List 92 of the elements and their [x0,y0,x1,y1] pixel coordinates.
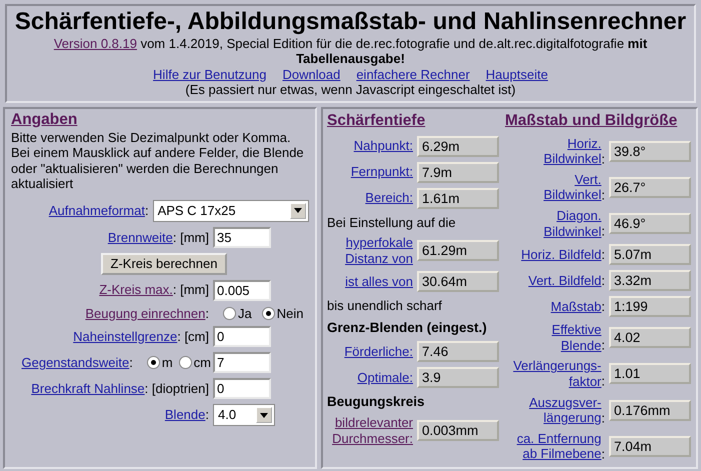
result-label[interactable]: Vert. Bildfeld [528,272,602,288]
subheading: Grenz-Blenden (eingest.) [327,320,488,336]
colon-text: : [601,272,605,288]
output-field: 30.64m [417,271,499,292]
result-label[interactable]: Effektive Blende [552,322,602,354]
input-field[interactable]: 35 [213,226,271,248]
output-field: 6.29m [417,136,499,157]
intro-text: Version 0.8.19 vom 1.4.2019, Special Edition für die de.rec.fotografie und de.alt.rec.digitalfotografie mit Tabellenausgabe! [52,36,648,67]
unit-label: : [205,306,209,321]
output-field: 61.29m [417,240,499,262]
unit-label: : [129,354,133,370]
radio-option[interactable]: Ja [223,306,252,322]
nav-link[interactable]: Hauptseite [486,66,548,82]
output-field: 0.176mm [609,400,691,421]
field-label[interactable]: Gegenstandsweite [22,354,130,370]
result-label[interactable]: Horiz. Bildwinkel [544,136,602,167]
colon-text: : [601,151,605,166]
result-label[interactable]: Verlängerungs- faktor [513,358,602,390]
page-title: Schärfentiefe-, Abbildungsmaßstab- und Nahlinsenrechner [14,8,688,36]
instructions-text: Bitte verwenden Sie Dezimalpunkt oder Komma. Bei einem Mausklick auf andere Felder, die Blende oder "aktualisieren" werden die Berechnungen aktualisiert [11,130,305,192]
output-field: 46.9° [609,213,691,234]
result-label[interactable]: Auszugsver- längerung [529,394,602,426]
result-label[interactable]: Fernpunkt: [350,164,413,180]
input-field[interactable]: 7 [213,352,271,374]
version-link[interactable]: Version 0.8.19 [54,36,137,51]
field-label[interactable]: Beugung einrechnen [85,306,206,321]
result-label[interactable]: hyperfokale Distanz von [345,235,413,266]
unit-label: : [cm] [177,328,209,344]
radio-option[interactable]: cm [178,354,211,370]
result-label[interactable]: bildrelevanter Durchmesser: [332,415,413,446]
unit-label: : [144,203,149,218]
nav-link[interactable]: einfachere Rechner [356,66,470,82]
info-text: bis unendlich scharf [327,298,443,314]
field-label[interactable]: Aufnahmeformat [48,203,145,218]
colon-text: : [601,246,605,262]
colon-text: : [601,298,605,314]
field-label[interactable]: Brechkraft Nahlinse [31,380,145,396]
dropdown[interactable]: 4.0 [213,404,275,426]
nav-link[interactable]: Hilfe zur Benutzung [153,66,266,82]
output-field: 1:199 [609,296,691,318]
unit-label: : [mm] [172,282,209,298]
section-heading[interactable]: Maßstab und Bildgröße [505,112,678,131]
result-label[interactable]: Horiz. Bildfeld [521,246,602,262]
result-label[interactable]: ist alles von [345,274,413,290]
colon-text: : [601,338,605,353]
result-label[interactable]: Diagon. Bildwinkel [544,208,602,240]
field-label[interactable]: Z-Kreis max. [99,282,173,298]
output-field: 7.46 [417,341,499,362]
result-label[interactable]: ca. Entfernung ab Filmebene [516,430,602,462]
section-heading[interactable]: Schärfentiefe [327,112,426,131]
field-label[interactable]: Blende [164,407,206,422]
input-field[interactable]: 0.005 [213,280,271,301]
calculate-button[interactable]: Z-Kreis berechnen [100,252,228,275]
section-heading[interactable]: Angaben [11,110,78,130]
field-label[interactable]: Brennweite [108,230,173,245]
output-field: 1.61m [417,188,499,209]
result-label[interactable]: Förderliche: [344,344,413,360]
output-field: 3.32m [609,270,691,292]
result-label[interactable]: Vert. Bildwinkel [544,172,602,203]
colon-text: : [601,224,605,239]
result-label[interactable]: Optimale: [357,370,413,386]
output-field: 4.02 [609,327,691,348]
unit-label: : [dioptrien] [144,380,209,396]
field-label[interactable]: Naheinstellgrenze [73,328,178,344]
output-field: 7.9m [417,162,499,183]
caret-icon [290,202,306,219]
input-field[interactable]: 0 [213,378,271,400]
caret-icon [256,407,272,424]
output-field: 26.7° [609,176,691,198]
output-field: 3.9 [417,367,499,388]
unit-label: : [mm] [172,230,209,245]
colon-text: : [601,187,605,202]
output-field: 39.8° [609,140,691,162]
input-field[interactable]: 0 [213,326,271,348]
output-field: 7.04m [609,436,691,457]
result-label[interactable]: Bereich: [365,190,413,206]
colon-text: : [601,374,605,389]
nav-link[interactable]: Download [282,66,340,82]
radio-option[interactable]: m [146,354,173,370]
output-field: 0.003mm [417,420,499,442]
javascript-note: (Es passiert nur etwas, wenn Javascript eingeschaltet ist) [184,82,517,98]
info-text: Bei Einstellung auf die [327,214,457,230]
output-field: 1.01 [609,363,691,384]
result-label[interactable]: Maßstab [550,298,602,314]
dropdown[interactable]: APS C 17x25 [152,200,309,222]
result-label[interactable]: Nahpunkt: [354,138,413,154]
output-field: 5.07m [609,244,691,266]
subheading: Beugungskreis [327,394,426,410]
radio-option[interactable]: Nein [262,306,304,322]
unit-label: : [205,407,209,422]
colon-text: : [601,410,605,426]
colon-text: : [601,446,605,462]
